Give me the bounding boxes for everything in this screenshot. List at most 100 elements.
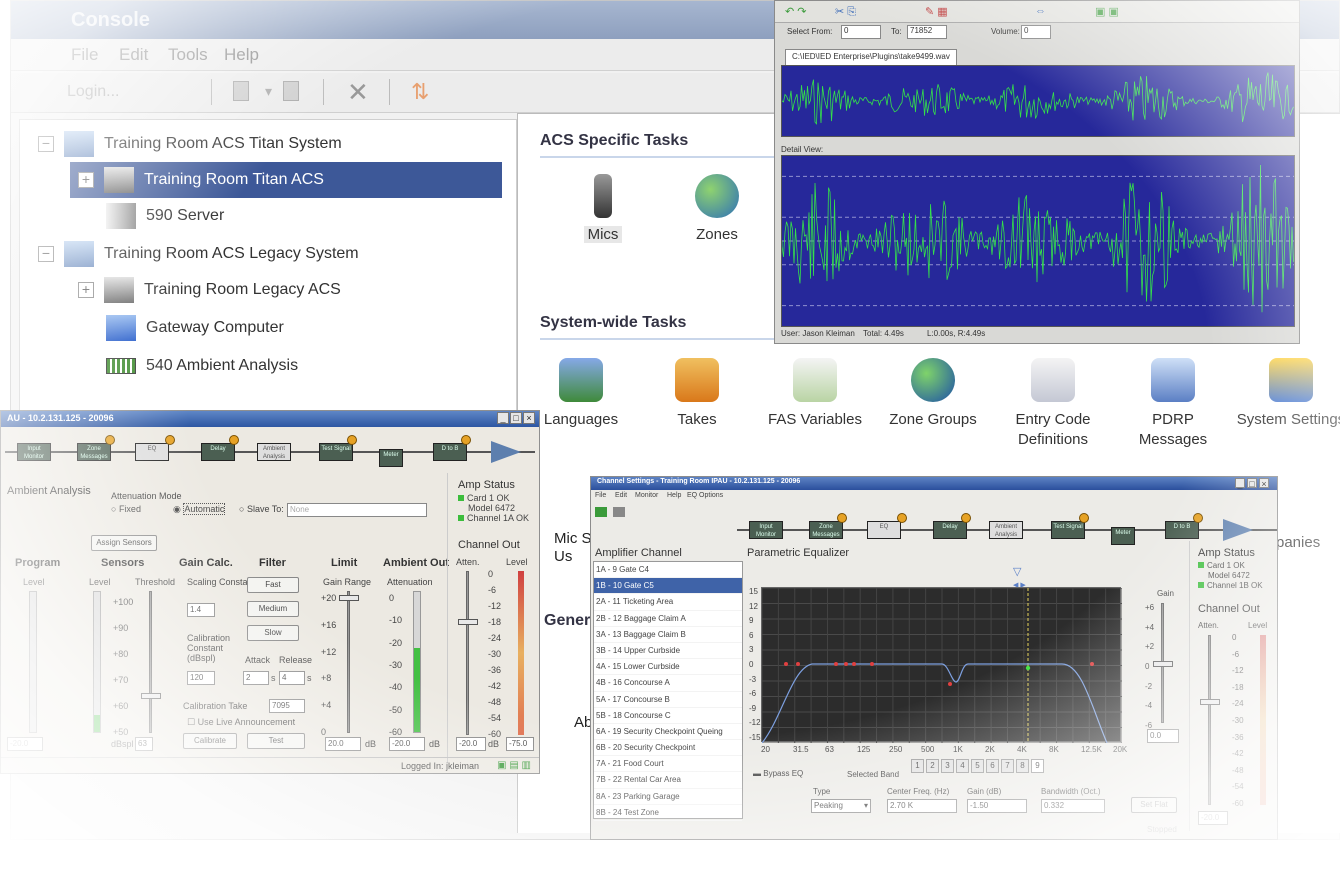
list-item[interactable]: 7A - 21 Food Court: [594, 756, 742, 773]
scaling-constant-input[interactable]: 1.4: [187, 603, 215, 617]
task-zones[interactable]: Zones: [662, 174, 772, 243]
dropdown-arrow-icon[interactable]: ▾: [265, 83, 272, 100]
knob-icon[interactable]: [837, 513, 847, 523]
knob-icon[interactable]: [229, 435, 239, 445]
dbspl-input[interactable]: 63: [135, 737, 153, 751]
band-button-9[interactable]: 9: [1031, 759, 1044, 773]
amp-block[interactable]: [1223, 519, 1253, 541]
tree-item[interactable]: − Training Room ACS Legacy System: [30, 236, 502, 272]
task-mics[interactable]: Mics: [548, 174, 658, 243]
chain-block[interactable]: Meter: [379, 449, 403, 467]
menu-tools[interactable]: Tools: [168, 45, 208, 65]
undo-icon[interactable]: ↶ ↷: [785, 5, 807, 18]
list-item[interactable]: 7B - 22 Rental Car Area: [594, 772, 742, 789]
task-system-settings[interactable]: System Settings: [1236, 358, 1340, 430]
chain-block[interactable]: Ambient Analysis: [989, 521, 1023, 539]
maximize-button[interactable]: □: [510, 412, 522, 424]
band-button-1[interactable]: 1: [911, 759, 924, 773]
delete-icon[interactable]: ✕: [347, 77, 369, 108]
connect-icon[interactable]: [595, 507, 607, 517]
task-zone-groups[interactable]: Zone Groups: [878, 358, 988, 430]
ambient-out-input[interactable]: -20.0: [389, 737, 425, 751]
channel-atten-slider-thumb[interactable]: [1200, 699, 1220, 705]
eq-type-select[interactable]: Peaking ▾: [811, 799, 871, 813]
threshold-slider-thumb[interactable]: [141, 693, 161, 699]
tree-item[interactable]: + Training Room Legacy ACS: [70, 272, 502, 308]
band-button-2[interactable]: 2: [926, 759, 939, 773]
list-item[interactable]: 6B - 20 Security Checkpoint: [594, 740, 742, 757]
knob-icon[interactable]: [897, 513, 907, 523]
list-item[interactable]: 3A - 13 Baggage Claim B: [594, 627, 742, 643]
refresh-icon[interactable]: ⇅: [411, 79, 429, 105]
attack-input[interactable]: 2: [243, 671, 269, 685]
gain-value-input[interactable]: 0.0: [1147, 729, 1179, 743]
close-button[interactable]: ×: [523, 412, 535, 424]
cut-copy-icon[interactable]: ✂ ⎘: [835, 5, 856, 19]
use-live-checkbox[interactable]: ☐ Use Live Announcement: [187, 717, 295, 728]
channel-atten-input[interactable]: -20.0: [456, 737, 486, 751]
expand-toggle-icon[interactable]: −: [38, 136, 54, 152]
knob-icon[interactable]: [347, 435, 357, 445]
menu-file[interactable]: File: [71, 45, 98, 65]
view-icon[interactable]: ▣ ▣: [1095, 5, 1119, 18]
calibrate-button[interactable]: Calibrate: [183, 733, 237, 749]
tree-item[interactable]: Gateway Computer: [70, 310, 502, 346]
task-fas-variables[interactable]: FAS Variables: [760, 358, 870, 430]
chain-block[interactable]: Test Signal: [1051, 521, 1085, 539]
mode-fixed-radio[interactable]: ○ Fixed: [111, 504, 141, 514]
expand-toggle-icon[interactable]: +: [78, 282, 94, 298]
list-item[interactable]: 2A - 11 Ticketing Area: [594, 594, 742, 611]
maximize-button[interactable]: □: [1247, 478, 1257, 489]
chain-block[interactable]: Test Signal: [319, 443, 353, 461]
chain-block[interactable]: Meter: [1111, 527, 1135, 545]
bandwidth-input[interactable]: 0.332: [1041, 799, 1105, 813]
slave-to-select[interactable]: None: [287, 503, 427, 517]
chain-block[interactable]: Input Monitor: [17, 443, 51, 461]
calibration-take-input[interactable]: 7095: [269, 699, 305, 713]
chain-block[interactable]: EQ: [135, 443, 169, 461]
list-item[interactable]: 1B - 10 Gate C5: [594, 578, 742, 595]
print-icon[interactable]: [613, 507, 625, 517]
amplifier-channel-list[interactable]: 1A - 9 Gate C4 1B - 10 Gate C5 2A - 11 Tic…: [593, 561, 743, 821]
chain-block[interactable]: D to B: [433, 443, 467, 461]
expand-toggle-icon[interactable]: −: [38, 246, 54, 262]
list-item[interactable]: 5B - 18 Concourse C: [594, 708, 742, 724]
new-document-icon[interactable]: [233, 81, 249, 101]
knob-icon[interactable]: [1079, 513, 1089, 523]
menu-help[interactable]: Help: [224, 45, 259, 65]
list-item[interactable]: 4A - 15 Lower Curbside: [594, 659, 742, 676]
list-item[interactable]: 1A - 9 Gate C4: [594, 562, 742, 579]
channel-level-input[interactable]: -75.0: [506, 737, 534, 751]
minimize-button[interactable]: _: [497, 412, 509, 424]
program-value-input[interactable]: -20.0: [7, 737, 43, 751]
chain-block[interactable]: Zone Messages: [809, 521, 843, 539]
gain-db-input[interactable]: -1.50: [967, 799, 1027, 813]
tree-item[interactable]: 540 Ambient Analysis: [70, 348, 502, 384]
tree-item[interactable]: 590 Server: [70, 198, 502, 234]
close-button[interactable]: ×: [1259, 478, 1269, 489]
chain-block[interactable]: Delay: [933, 521, 967, 539]
knob-icon[interactable]: [1193, 513, 1203, 523]
channel-atten-slider-track[interactable]: [466, 571, 469, 735]
chain-block[interactable]: D to B: [1165, 521, 1199, 539]
channel-atten-input[interactable]: -20.0: [1198, 811, 1228, 825]
zoom-icon[interactable]: ⇔: [1035, 5, 1046, 17]
mode-slave-radio[interactable]: ○ Slave To:: [239, 504, 284, 514]
list-item[interactable]: 3B - 14 Upper Curbside: [594, 643, 742, 660]
chain-block[interactable]: EQ: [867, 521, 901, 539]
channel-atten-slider-thumb[interactable]: [458, 619, 478, 625]
list-item[interactable]: 8B - 24 Test Zone: [594, 805, 742, 821]
release-input[interactable]: 4: [279, 671, 305, 685]
limit-value-input[interactable]: 20.0: [325, 737, 361, 751]
chain-block[interactable]: Ambient Analysis: [257, 443, 291, 461]
band-button-6[interactable]: 6: [986, 759, 999, 773]
list-item[interactable]: 8A - 23 Parking Garage: [594, 789, 742, 805]
tree-item[interactable]: + Training Room Titan ACS: [70, 162, 502, 198]
task-languages[interactable]: Languages: [526, 358, 636, 430]
task-pdrp-messages[interactable]: PDRP Messages: [1118, 358, 1228, 450]
chain-block[interactable]: Input Monitor: [749, 521, 783, 539]
task-takes[interactable]: Takes: [642, 358, 752, 430]
band-button-4[interactable]: 4: [956, 759, 969, 773]
edit-tools-icon[interactable]: ✎ ▦: [925, 5, 948, 18]
threshold-slider-track[interactable]: [149, 591, 152, 733]
